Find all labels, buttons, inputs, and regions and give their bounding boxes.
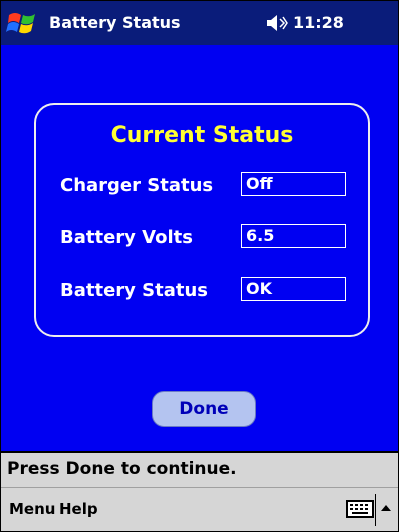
- menubar-divider: [375, 494, 376, 526]
- keyboard-icon[interactable]: [346, 499, 374, 519]
- battery-volts-field: 6.5: [241, 224, 346, 248]
- status-message: Press Done to continue.: [1, 451, 398, 487]
- battery-status-label: Battery Status: [60, 280, 209, 301]
- windows-flag-icon: [6, 13, 35, 34]
- current-status-panel: Current Status Charger Status Off Batter…: [34, 103, 370, 337]
- app-content: Current Status Charger Status Off Batter…: [1, 45, 398, 451]
- clock[interactable]: 11:28: [293, 13, 344, 32]
- menu-bar: Menu Help: [1, 487, 398, 531]
- title-bar: Battery Status 11:28: [1, 1, 398, 45]
- start-button[interactable]: [4, 7, 40, 39]
- up-arrow-icon[interactable]: [378, 498, 394, 520]
- menu-help[interactable]: Help: [59, 500, 98, 518]
- battery-volts-label: Battery Volts: [60, 227, 193, 248]
- charger-status-field: Off: [241, 172, 346, 196]
- charger-status-label: Charger Status: [60, 175, 214, 196]
- battery-status-field: OK: [241, 277, 346, 301]
- done-button[interactable]: Done: [152, 391, 256, 427]
- speaker-icon[interactable]: [266, 13, 288, 33]
- window-title: Battery Status: [49, 13, 181, 32]
- menu-menu[interactable]: Menu: [9, 500, 55, 518]
- panel-title: Current Status: [110, 123, 294, 148]
- pocketpc-screen: Battery Status 11:28 Current Status Char…: [0, 0, 399, 532]
